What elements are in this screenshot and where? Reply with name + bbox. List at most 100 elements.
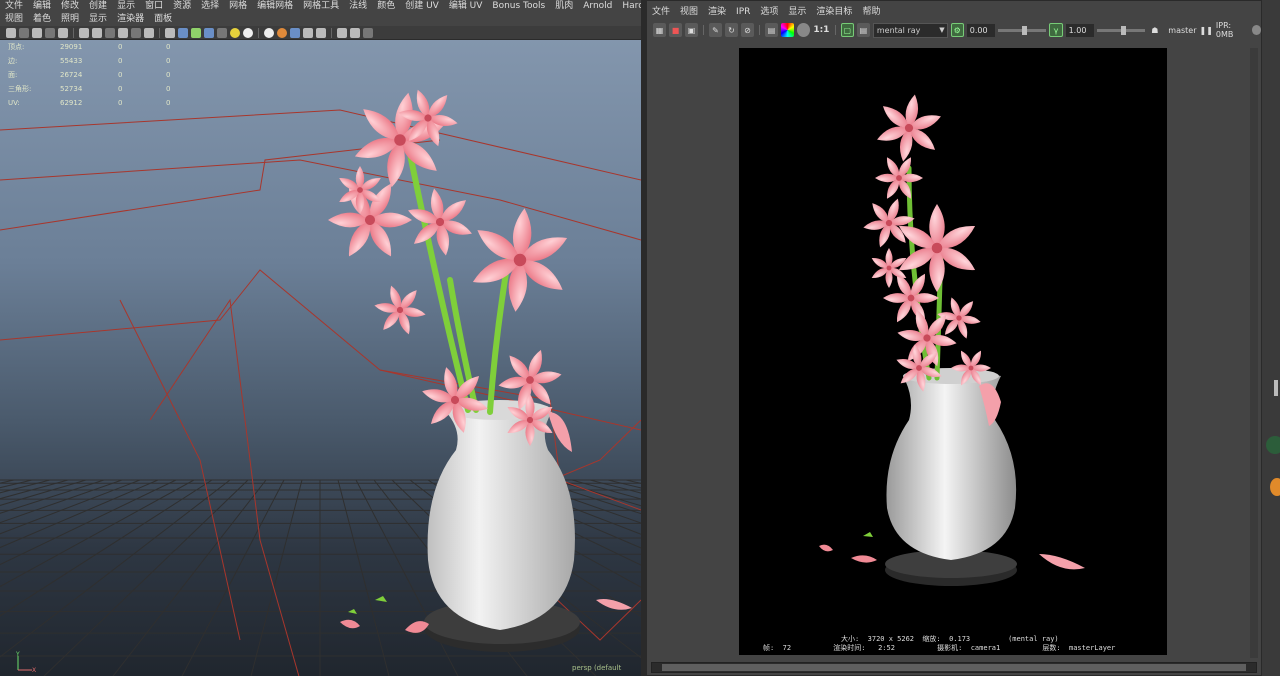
- render-view-menu-item-7[interactable]: 帮助: [857, 5, 885, 19]
- exposure-slider-knob[interactable]: [1022, 25, 1028, 35]
- refresh-ipr-icon[interactable]: ↻: [725, 23, 739, 37]
- render-view-horizontal-scrollbar[interactable]: [651, 662, 1257, 673]
- panel-menu-item-5[interactable]: 面板: [149, 13, 177, 26]
- panel-menu-item-1[interactable]: 着色: [28, 13, 56, 26]
- isolate-select-icon[interactable]: [303, 27, 313, 38]
- textured-icon[interactable]: [204, 27, 214, 38]
- wireframe-on-shaded-icon[interactable]: [191, 27, 201, 38]
- stop-render-icon[interactable]: ⊘: [741, 23, 755, 37]
- use-all-lights-icon[interactable]: [217, 27, 227, 38]
- green-status-icon[interactable]: [1266, 436, 1280, 454]
- share-icon[interactable]: [363, 27, 373, 38]
- main-menu-item-1[interactable]: 编辑: [28, 0, 56, 13]
- bookmark-icon[interactable]: [32, 27, 42, 38]
- exposure-toggle-icon[interactable]: ⚙: [950, 23, 964, 37]
- gamma-toggle-icon[interactable]: γ: [1049, 23, 1063, 37]
- display-real-size-icon[interactable]: ▢: [840, 23, 854, 37]
- screen-space-ao-icon[interactable]: [243, 27, 253, 38]
- render-layer-icon[interactable]: ☗: [1148, 23, 1161, 37]
- panel-menu-item-0[interactable]: 视图: [0, 13, 28, 26]
- main-menu-item-4[interactable]: 显示: [112, 0, 140, 13]
- main-menu-item-18[interactable]: Hard Mesh: [617, 0, 641, 13]
- main-menu-item-5[interactable]: 窗口: [140, 0, 168, 13]
- render-view-menu-item-1[interactable]: 视图: [675, 5, 703, 19]
- render-view-menu-item-4[interactable]: 选项: [755, 5, 783, 19]
- hud-value: 0: [118, 85, 123, 93]
- motion-blur-icon[interactable]: [264, 27, 274, 38]
- select-camera-icon[interactable]: [6, 27, 16, 38]
- safe-title-icon[interactable]: [144, 27, 154, 38]
- main-menu-item-12[interactable]: 颜色: [372, 0, 400, 13]
- alpha-channel-icon[interactable]: [797, 23, 811, 37]
- render-region-icon[interactable]: ■: [669, 23, 683, 37]
- smooth-shade-icon[interactable]: [178, 27, 188, 38]
- redo-render-icon[interactable]: ▦: [653, 23, 667, 37]
- main-menu-item-14[interactable]: 编辑 UV: [444, 0, 488, 13]
- snapshot-icon[interactable]: ▣: [685, 23, 699, 37]
- hud-label: 边:: [8, 57, 18, 65]
- shadows-icon[interactable]: [230, 27, 240, 38]
- film-gate-icon[interactable]: [79, 27, 89, 38]
- grid-icon[interactable]: [58, 27, 68, 38]
- depth-of-field-icon[interactable]: [290, 27, 300, 38]
- scrollbar-thumb[interactable]: [662, 664, 1246, 671]
- panel-layout-icon[interactable]: [350, 27, 360, 38]
- panel-menu-item-2[interactable]: 照明: [56, 13, 84, 26]
- color-channels-icon[interactable]: [780, 23, 794, 37]
- lock-camera-icon[interactable]: [19, 27, 29, 38]
- main-menu-item-17[interactable]: Arnold: [578, 0, 617, 13]
- gamma-slider[interactable]: [1096, 25, 1146, 35]
- render-view-menu-item-2[interactable]: 渲染: [703, 5, 731, 19]
- image-plane-icon[interactable]: [45, 27, 55, 38]
- ratio-button[interactable]: 1:1: [813, 23, 830, 37]
- render-view-menu-item-5[interactable]: 显示: [783, 5, 811, 19]
- hud-value: 0: [166, 57, 171, 65]
- hud-row: 边: 55433 0 0: [8, 54, 170, 68]
- main-menu-item-9[interactable]: 编辑网格: [252, 0, 298, 13]
- render-settings-icon[interactable]: ▤: [856, 23, 870, 37]
- render-view-menu-item-6[interactable]: 渲染目标: [811, 5, 857, 19]
- gate-mask-icon[interactable]: [105, 27, 115, 38]
- render-view-vertical-scrollbar[interactable]: [1250, 48, 1258, 658]
- main-menu-item-7[interactable]: 选择: [196, 0, 224, 13]
- render-layer-name[interactable]: master: [1168, 26, 1196, 35]
- gamma-slider-knob[interactable]: [1120, 25, 1126, 35]
- orange-status-icon[interactable]: [1270, 478, 1280, 496]
- main-menu-item-2[interactable]: 修改: [56, 0, 84, 13]
- rendered-image[interactable]: 大小: 3720 x 5262 缩放: 0.173 (mental ray) 帧…: [739, 48, 1167, 655]
- field-chart-icon[interactable]: [118, 27, 128, 38]
- exposure-field[interactable]: 0.00: [966, 23, 996, 37]
- render-view-menu-item-0[interactable]: 文件: [647, 5, 675, 19]
- hud-label: 三角形:: [8, 85, 32, 93]
- pause-ipr-icon[interactable]: ❚❚: [1200, 23, 1213, 37]
- wireframe-icon[interactable]: [165, 27, 175, 38]
- hud-value: 0: [166, 43, 171, 51]
- keep-image-icon[interactable]: ▤: [764, 23, 778, 37]
- toolbar-separator: [331, 27, 332, 38]
- persp-viewport[interactable]: 顶点: 29091 0 0 边: 55433 0 0 面: 26724 0 0 三角形: 52734 0 0 U…: [0, 40, 641, 676]
- lily-flower: [374, 285, 426, 335]
- main-menu-item-16[interactable]: 肌肉: [550, 0, 578, 13]
- panel-resize-handle[interactable]: [1274, 380, 1278, 396]
- xray-icon[interactable]: [316, 27, 326, 38]
- exposure-slider[interactable]: [998, 25, 1047, 35]
- main-menu-item-11[interactable]: 法线: [344, 0, 372, 13]
- renderer-dropdown[interactable]: mental ray ▼: [872, 22, 948, 38]
- main-menu-item-8[interactable]: 网格: [224, 0, 252, 13]
- safe-action-icon[interactable]: [131, 27, 141, 38]
- camera-attributes-icon[interactable]: [337, 27, 347, 38]
- main-menu-item-13[interactable]: 创建 UV: [400, 0, 444, 13]
- panel-menu-item-4[interactable]: 渲染器: [112, 13, 149, 26]
- main-menu-item-6[interactable]: 资源: [168, 0, 196, 13]
- ipr-render-icon[interactable]: ✎: [708, 23, 722, 37]
- main-menu-item-3[interactable]: 创建: [84, 0, 112, 13]
- main-menu-item-15[interactable]: Bonus Tools: [487, 0, 550, 13]
- hud-row: 顶点: 29091 0 0: [8, 40, 170, 54]
- gamma-field[interactable]: 1.00: [1065, 23, 1094, 37]
- main-menu-item-10[interactable]: 网格工具: [298, 0, 344, 13]
- resolution-gate-icon[interactable]: [92, 27, 102, 38]
- multisample-icon[interactable]: [277, 27, 287, 38]
- panel-menu-item-3[interactable]: 显示: [84, 13, 112, 26]
- render-view-menu-item-3[interactable]: IPR: [731, 5, 755, 19]
- main-menu-item-0[interactable]: 文件: [0, 0, 28, 13]
